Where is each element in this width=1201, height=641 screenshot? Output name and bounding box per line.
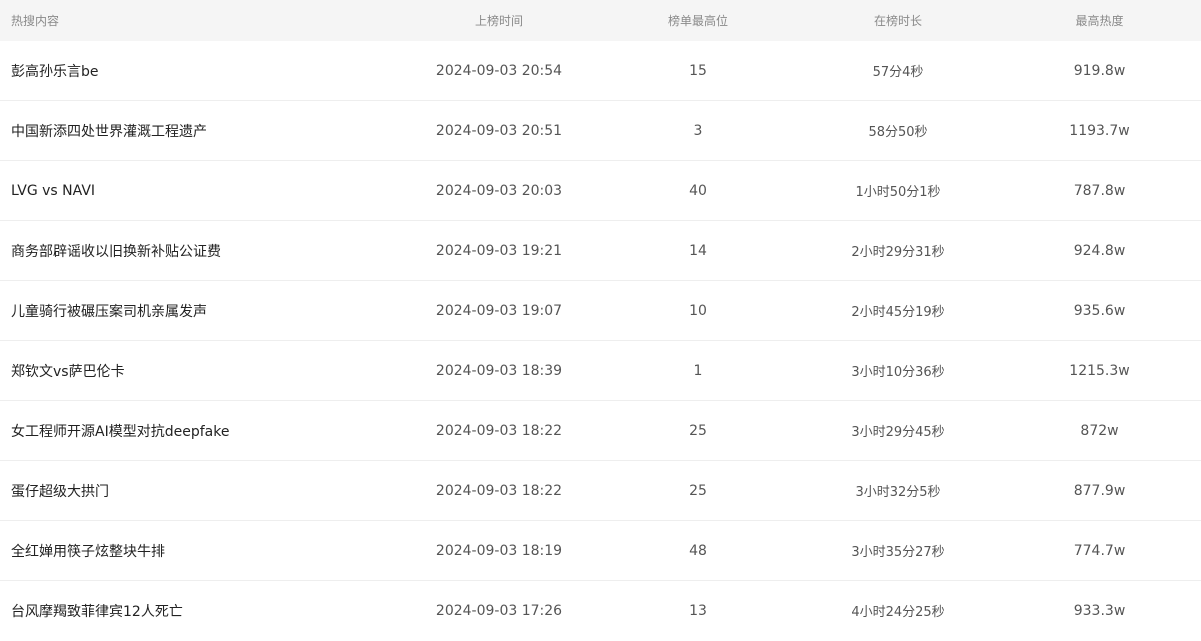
- table-row[interactable]: 蛋仔超级大拱门 2024-09-03 18:22 25 3小时32分5秒 877.9w: [0, 460, 1201, 521]
- cell-time: 2024-09-03 20:51: [400, 100, 598, 161]
- cell-time: 2024-09-03 17:26: [435, 602, 563, 619]
- header-time: 上榜时间: [400, 0, 598, 41]
- cell-topic[interactable]: LVG vs NAVI: [0, 160, 400, 221]
- cell-heat: 1215.3w: [998, 340, 1201, 401]
- table-row[interactable]: 台风摩羯致菲律宾12人死亡 2024-09-03 17:26 13 4小时24分25秒…: [0, 581, 1201, 641]
- cell-topic[interactable]: 中国新添四处世界灌溉工程遗产: [0, 100, 400, 161]
- header-heat: 最高热度: [998, 0, 1201, 41]
- cell-time: 2024-09-03 20:54: [400, 41, 598, 101]
- cell-heat: 774.7w: [998, 520, 1201, 581]
- cell-time: 2024-09-03 19:21: [400, 220, 598, 281]
- table-row[interactable]: 全红婵用筷子炫整块牛排 2024-09-03 18:19 48 3小时35分27秒 77…: [0, 520, 1201, 581]
- cell-duration: 3小时32分5秒: [798, 460, 998, 521]
- cell-heat: 933.3w: [1073, 602, 1126, 619]
- cell-rank: 25: [598, 460, 798, 521]
- cell-topic[interactable]: 蛋仔超级大拱门: [0, 460, 400, 521]
- topic-link[interactable]: LVG vs NAVI: [11, 183, 95, 199]
- cell-heat: 877.9w: [998, 460, 1201, 521]
- cell-rank: 3: [598, 100, 798, 161]
- cell-heat: 787.8w: [998, 160, 1201, 221]
- topic-link[interactable]: 中国新添四处世界灌溉工程遗产: [11, 124, 207, 140]
- table-row[interactable]: 儿童骑行被碾压案司机亲属发声 2024-09-03 19:07 10 2小时45分19…: [0, 280, 1201, 341]
- topic-link[interactable]: 台风摩羯致菲律宾12人死亡: [11, 604, 183, 620]
- cell-heat: 919.8w: [998, 41, 1201, 101]
- cell-rank: 10: [598, 280, 798, 341]
- cell-duration: 57分4秒: [798, 41, 998, 101]
- table-row[interactable]: 商务部辟谣收以旧换新补贴公证费 2024-09-03 19:21 14 2小时29分3…: [0, 220, 1201, 281]
- cell-topic[interactable]: 彭高孙乐言be: [0, 41, 400, 101]
- table-header: 热搜内容 上榜时间 榜单最高位 在榜时长 最高热度: [0, 0, 1201, 41]
- cell-topic[interactable]: 女工程师开源AI模型对抗deepfake: [0, 400, 400, 461]
- hot-search-table: 热搜内容 上榜时间 榜单最高位 在榜时长 最高热度 彭高孙乐言be 2024-09…: [0, 0, 1201, 640]
- cell-topic[interactable]: 台风摩羯致菲律宾12人死亡: [0, 581, 400, 641]
- cell-time: 2024-09-03 18:19: [400, 520, 598, 581]
- cell-time: 2024-09-03 20:03: [400, 160, 598, 221]
- cell-rank: 1: [598, 340, 798, 401]
- cell-duration: 3小时29分45秒: [798, 400, 998, 461]
- cell-heat: 935.6w: [998, 280, 1201, 341]
- cell-time: 2024-09-03 18:22: [400, 460, 598, 521]
- cell-duration: 1小时50分1秒: [798, 160, 998, 221]
- topic-link[interactable]: 彭高孙乐言be: [11, 64, 99, 80]
- table-body: 彭高孙乐言be 2024-09-03 20:54 15 57分4秒 919.8w 中国新添…: [0, 41, 1201, 640]
- cell-heat: 924.8w: [998, 220, 1201, 281]
- cell-duration: 3小时35分27秒: [798, 520, 998, 581]
- cell-rank: 14: [598, 220, 798, 281]
- cell-time: 2024-09-03 18:39: [400, 340, 598, 401]
- cell-time: 2024-09-03 18:22: [400, 400, 598, 461]
- cell-rank: 40: [598, 160, 798, 221]
- header-topic: 热搜内容: [0, 0, 400, 41]
- cell-heat: 872w: [998, 400, 1201, 461]
- header-duration: 在榜时长: [798, 0, 998, 41]
- table-row[interactable]: 中国新添四处世界灌溉工程遗产 2024-09-03 20:51 3 58分50秒 119…: [0, 100, 1201, 161]
- table-row[interactable]: 郑钦文vs萨巴伦卡 2024-09-03 18:39 1 3小时10分36秒 1215.…: [0, 340, 1201, 401]
- topic-link[interactable]: 郑钦文vs萨巴伦卡: [11, 364, 125, 380]
- cell-duration: 58分50秒: [798, 100, 998, 161]
- cell-topic[interactable]: 商务部辟谣收以旧换新补贴公证费: [0, 220, 400, 281]
- cell-topic[interactable]: 全红婵用筷子炫整块牛排: [0, 520, 400, 581]
- cell-topic[interactable]: 郑钦文vs萨巴伦卡: [0, 340, 400, 401]
- cell-rank: 25: [598, 400, 798, 461]
- header-row: 热搜内容 上榜时间 榜单最高位 在榜时长 最高热度: [0, 0, 1201, 41]
- table-row[interactable]: 彭高孙乐言be 2024-09-03 20:54 15 57分4秒 919.8w: [0, 41, 1201, 101]
- cell-duration: 3小时10分36秒: [798, 340, 998, 401]
- cell-time: 2024-09-03 19:07: [400, 280, 598, 341]
- cell-topic[interactable]: 儿童骑行被碾压案司机亲属发声: [0, 280, 400, 341]
- table-row[interactable]: LVG vs NAVI 2024-09-03 20:03 40 1小时50分1秒 787…: [0, 160, 1201, 221]
- cell-duration: 2小时45分19秒: [798, 280, 998, 341]
- table-row[interactable]: 女工程师开源AI模型对抗deepfake 2024-09-03 18:22 25 3小…: [0, 400, 1201, 461]
- cell-heat: 1193.7w: [998, 100, 1201, 161]
- cell-duration: 2小时29分31秒: [798, 220, 998, 281]
- cell-rank: 48: [598, 520, 798, 581]
- cell-duration: 4小时24分25秒: [851, 605, 945, 620]
- topic-link[interactable]: 儿童骑行被碾压案司机亲属发声: [11, 304, 207, 320]
- topic-link[interactable]: 商务部辟谣收以旧换新补贴公证费: [11, 244, 221, 260]
- cell-rank: 13: [689, 602, 707, 619]
- topic-link[interactable]: 全红婵用筷子炫整块牛排: [11, 544, 165, 560]
- topic-link[interactable]: 女工程师开源AI模型对抗deepfake: [11, 424, 229, 440]
- cell-rank: 15: [598, 41, 798, 101]
- header-rank: 榜单最高位: [598, 0, 798, 41]
- topic-link[interactable]: 蛋仔超级大拱门: [11, 484, 109, 500]
